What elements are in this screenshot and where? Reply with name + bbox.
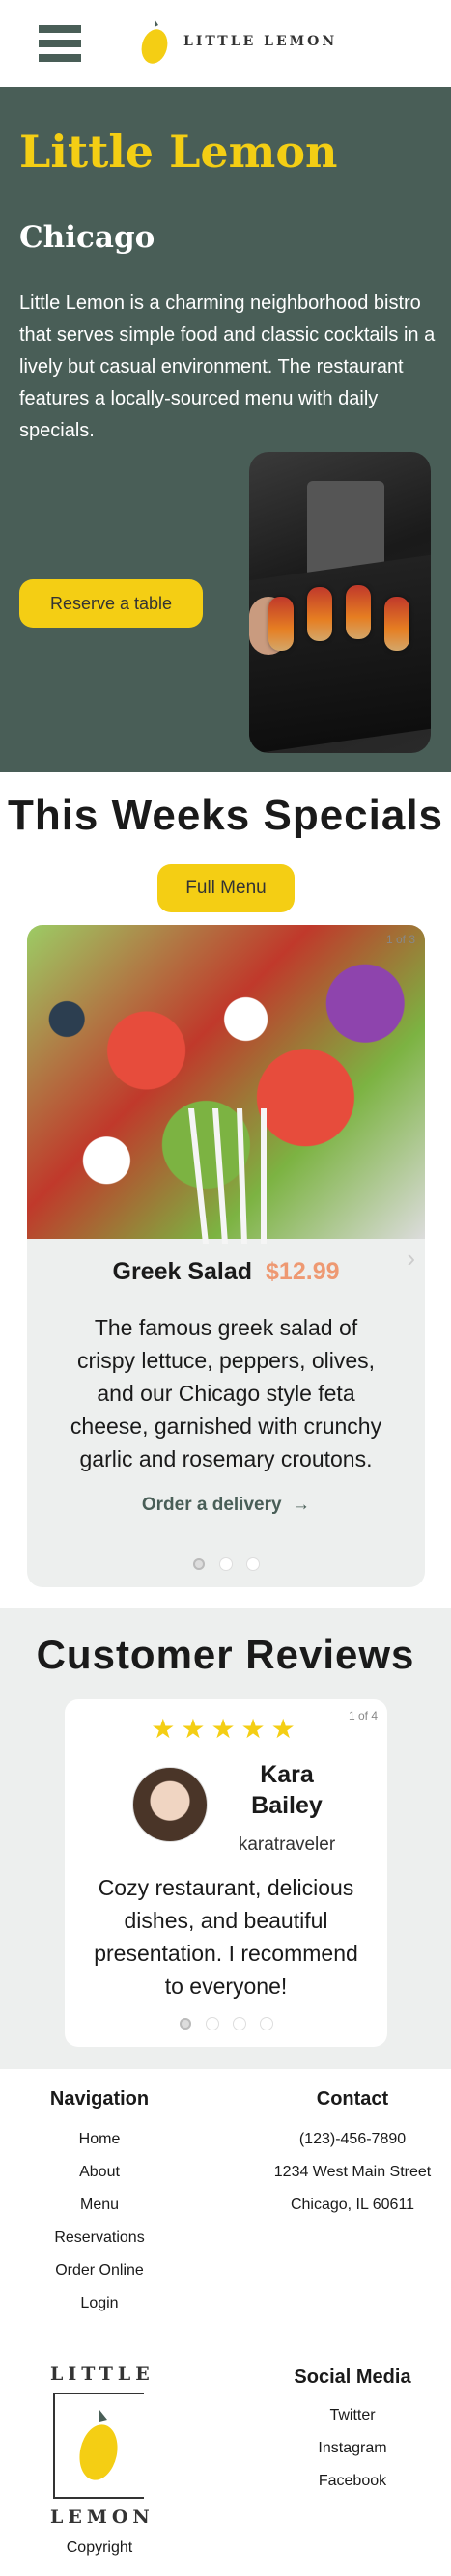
contact-city: Chicago, IL 60611 [290,2197,415,2213]
full-menu-button[interactable]: Full Menu [157,864,295,912]
hero-description: Little Lemon is a charming neighborhood … [19,293,436,441]
contact-street: 1234 West Main Street [273,2164,432,2180]
logo-text: LITTLE LEMON [183,34,338,49]
hero-section: Little Lemon Chicago Little Lemon is a c… [0,87,451,772]
footer-nav-heading: Navigation [49,2088,150,2110]
footer-social-heading: Social Media [294,2366,411,2388]
hamburger-menu-icon[interactable] [39,25,81,62]
carousel-dot[interactable] [247,1558,259,1570]
lemon-icon [141,19,168,64]
social-link-instagram[interactable]: Instagram [261,2440,444,2457]
review-dots [65,2018,387,2030]
footer-link-reservations[interactable]: Reservations [19,2229,180,2247]
dish-price: $12.99 [266,1258,340,1285]
footer-logo-bottom-text: LEMON [50,2506,155,2528]
social-link-twitter[interactable]: Twitter [261,2407,444,2424]
footer-link-login[interactable]: Login [19,2295,180,2312]
carousel-dots [27,1558,425,1570]
site-logo[interactable]: LITTLE LEMON [139,17,337,66]
footer-logo-top-text: LITTLE [50,2364,155,2385]
dish-name: Greek Salad [112,1258,253,1285]
footer-link-menu[interactable]: Menu [19,2197,180,2214]
footer-contact-heading: Contact [316,2088,389,2110]
carousel-dot[interactable] [220,1558,232,1570]
site-header: LITTLE LEMON [0,0,451,87]
review-dot[interactable] [234,2018,245,2030]
footer-link-home[interactable]: Home [19,2131,180,2148]
avatar [132,1767,208,1842]
footer-logo-frame [53,2393,144,2499]
arrow-right-icon: → [286,1495,311,1515]
carousel-counter: 1 of 3 [385,933,415,946]
reviews-section: Customer Reviews ★★★★★ 1 of 4 Kara Baile… [0,1608,451,2069]
reserve-table-button[interactable]: Reserve a table [19,579,203,628]
review-dot[interactable] [180,2018,191,2030]
hero-image [249,452,431,753]
special-card: 1 of 3 › Greek Salad $12.99 The famous g… [27,925,425,1587]
review-dot[interactable] [261,2018,272,2030]
hero-title: Little Lemon [19,126,338,178]
social-link-facebook[interactable]: Facebook [261,2473,444,2490]
lemon-icon [79,2410,118,2480]
footer-link-order-online[interactable]: Order Online [19,2262,180,2280]
fork-icon [188,1108,267,1244]
dish-description: The famous greek salad of crispy lettuce… [70,1315,382,1471]
review-dot[interactable] [207,2018,218,2030]
copyright-text: Copyright [66,2539,133,2556]
site-footer: Navigation Home About Menu Reservations … [0,2069,451,2576]
carousel-dot[interactable] [193,1558,205,1570]
review-card: ★★★★★ 1 of 4 Kara Bailey karatraveler Co… [65,1699,387,2047]
hero-city: Chicago [19,220,155,255]
review-counter: 1 of 4 [348,1709,378,1722]
specials-title: This Weeks Specials [7,792,444,839]
greek-salad-image [27,925,425,1244]
reviews-title: Customer Reviews [36,1632,415,1677]
contact-phone: (123)-456-7890 [298,2131,407,2147]
reviewer-handle: karatraveler [238,1834,336,1855]
order-delivery-label: Order a delivery [141,1495,282,1515]
dish-header: Greek Salad $12.99 [27,1258,425,1286]
footer-link-about[interactable]: About [19,2164,180,2181]
footer-logo: LITTLE LEMON [50,2364,155,2528]
star-rating-icons: ★★★★★ [151,1714,301,1744]
order-delivery-link[interactable]: Order a delivery → [27,1495,425,1516]
reviewer-name: Kara Bailey [251,1761,323,1819]
review-text: Cozy restaurant, delicious dishes, and b… [94,1875,358,1999]
